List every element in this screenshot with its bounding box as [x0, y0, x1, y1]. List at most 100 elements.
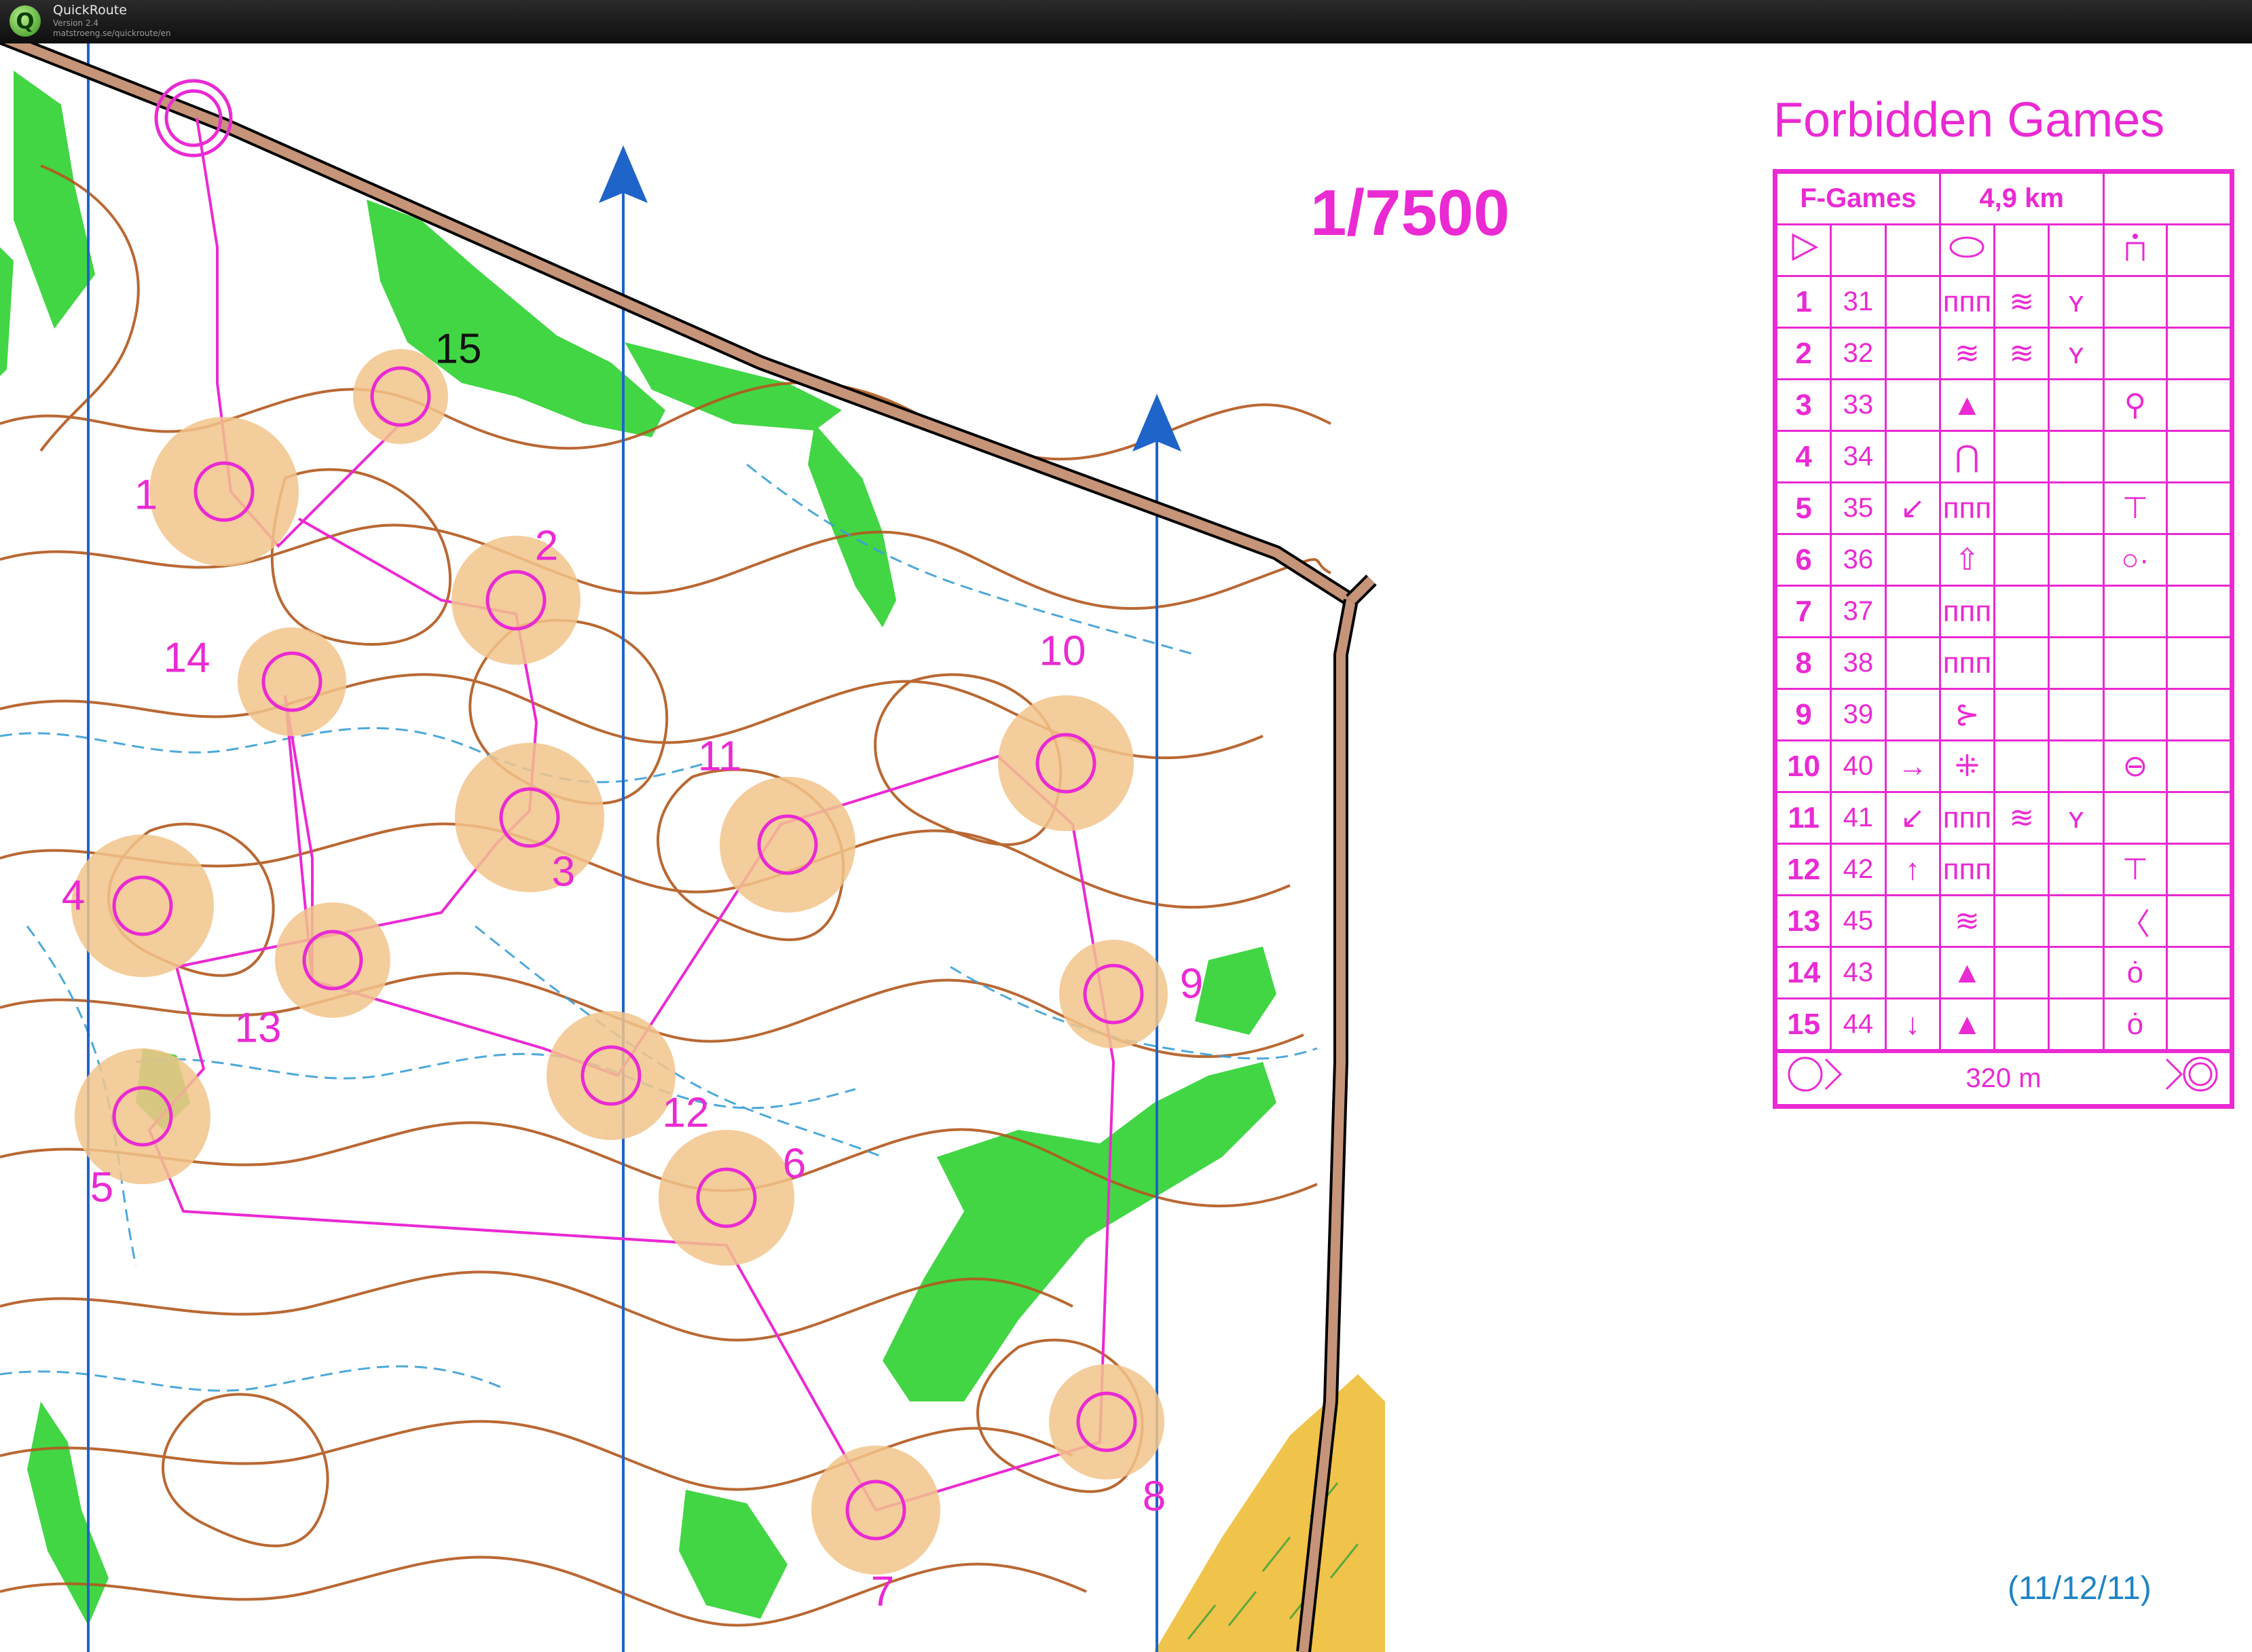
control-number: 14	[1775, 946, 1832, 999]
other-info	[2166, 843, 2232, 896]
appearance-symbol	[1993, 688, 2050, 741]
control-label-13: 13	[234, 1004, 282, 1052]
location-symbol: ȯ	[2102, 997, 2168, 1051]
control-row: 12 42 ↑ ᴨᴨᴨ ⊤	[1775, 843, 2232, 896]
which-of-similar: ↙	[1884, 791, 1941, 845]
dimension-symbol	[2048, 430, 2105, 483]
dimension-symbol	[2048, 843, 2105, 896]
appearance-symbol: ≋	[1993, 327, 2050, 380]
orienteering-map[interactable]: Forbidden Games 1/7500 (11/12/11) 1 2 3 …	[0, 43, 2252, 1652]
appearance-symbol	[1993, 430, 2050, 483]
which-of-similar: ↑	[1884, 843, 1941, 896]
location-symbol	[2102, 275, 2168, 329]
other-info	[2166, 997, 2232, 1051]
feature-symbol: ᴨᴨᴨ	[1938, 275, 1996, 329]
which-of-similar	[1884, 585, 1941, 638]
course-length: 4,9 km	[1938, 172, 2105, 225]
location-symbol: ⊤	[2102, 481, 2168, 535]
control-number: 12	[1775, 843, 1832, 896]
control-number: 9	[1775, 688, 1832, 741]
other-info	[2166, 894, 2232, 948]
appearance-symbol: ≋	[1993, 791, 2050, 845]
control-number: 2	[1775, 327, 1832, 380]
control-code: 44	[1830, 997, 1887, 1051]
dimension-symbol	[2048, 378, 2105, 432]
control-row: 9 39 ⊱	[1775, 688, 2232, 741]
other-info	[2166, 688, 2232, 741]
dimension-symbol	[2048, 997, 2105, 1051]
dimension-symbol	[2048, 585, 2105, 638]
control-number: 8	[1775, 636, 1832, 690]
control-code: 38	[1830, 636, 1887, 690]
control-row: 7 37 ᴨᴨᴨ	[1775, 585, 2232, 638]
control-row: 1 31 ᴨᴨᴨ ≋ ʏ	[1775, 275, 2232, 329]
feature-symbol: ⋂	[1938, 430, 1996, 483]
location-symbol: 〈	[2102, 894, 2168, 948]
dimension-symbol	[2048, 739, 2105, 793]
control-number: 7	[1775, 585, 1832, 638]
other-info	[2166, 739, 2232, 793]
dimension-symbol: ʏ	[2048, 327, 2105, 380]
feature-symbol: ⇧	[1938, 533, 1996, 587]
control-row: 3 33 ▲ ⚲	[1775, 378, 2232, 432]
appearance-symbol	[1993, 946, 2050, 999]
other-info	[2166, 533, 2232, 587]
control-code: 40	[1830, 739, 1887, 793]
control-code: 39	[1830, 688, 1887, 741]
dimension-symbol	[2048, 894, 2105, 948]
location-symbol	[2102, 430, 2168, 483]
control-row: 5 35 ↙ ᴨᴨᴨ ⊤	[1775, 481, 2232, 535]
location-symbol: ⊖	[2102, 739, 2168, 793]
app-version: Version 2.4	[53, 18, 99, 28]
finish-circle-icon	[2161, 1054, 2222, 1098]
control-number: 5	[1775, 481, 1832, 535]
open-land-area	[1154, 1374, 1385, 1652]
dimension-symbol	[2048, 481, 2105, 535]
control-number: 4	[1775, 430, 1832, 483]
which-of-similar	[1884, 533, 1941, 587]
feature-symbol: ≋	[1938, 894, 1996, 948]
app-url: matstroeng.se/quickroute/en	[53, 29, 171, 38]
control-number: 15	[1775, 997, 1832, 1051]
which-of-similar	[1884, 378, 1941, 432]
feature-symbol: ⊱	[1938, 688, 1996, 741]
appearance-symbol	[1993, 378, 2050, 432]
appearance-symbol	[1993, 843, 2050, 896]
control-code: 32	[1830, 327, 1887, 380]
dimension-symbol: ʏ	[2048, 791, 2105, 845]
control-label-3: 3	[551, 848, 576, 896]
other-info	[2166, 378, 2232, 432]
feature-symbol: ᴨᴨᴨ	[1938, 843, 1996, 896]
control-row: 2 32 ≋ ≋ ʏ	[1775, 327, 2232, 380]
location-symbol: ȯ	[2102, 946, 2168, 999]
course-name: F-Games	[1775, 172, 1941, 225]
control-number: 1	[1775, 275, 1832, 329]
location-symbol	[2102, 585, 2168, 638]
location-symbol: ○·	[2102, 533, 2168, 587]
other-info	[2166, 636, 2232, 690]
dimension-symbol	[2048, 946, 2105, 999]
dimension-symbol	[2048, 636, 2105, 690]
location-symbol: ⊤	[2102, 843, 2168, 896]
appearance-symbol	[1993, 481, 2050, 535]
appearance-symbol	[1993, 739, 2050, 793]
control-code: 41	[1830, 791, 1887, 845]
map-date: (11/12/11)	[2008, 1571, 2152, 1607]
control-code: 31	[1830, 275, 1887, 329]
control-label-6: 6	[782, 1140, 807, 1188]
dimension-symbol: ʏ	[2048, 275, 2105, 329]
control-row: 14 43 ▲ ȯ	[1775, 946, 2232, 999]
which-of-similar	[1884, 275, 1941, 329]
control-row: 11 41 ↙ ᴨᴨᴨ ≋ ʏ	[1775, 791, 2232, 845]
which-of-similar	[1884, 946, 1941, 999]
map-title: Forbidden Games	[1773, 93, 2165, 147]
appearance-symbol	[1993, 533, 2050, 587]
control-description-sheet: F-Games 4,9 km 1 31 ᴨᴨᴨ ≋ ʏ 2 32 ≋ ≋ ʏ 3 33 ▲ ⚲ 4 34 ⋂ 5 3…	[1773, 169, 2234, 1109]
appearance-symbol	[1993, 585, 2050, 638]
road	[0, 43, 1377, 1652]
control-label-7: 7	[870, 1568, 895, 1615]
other-info	[2166, 275, 2232, 329]
control-label-2: 2	[534, 522, 559, 570]
which-of-similar	[1884, 688, 1941, 741]
which-of-similar	[1884, 430, 1941, 483]
